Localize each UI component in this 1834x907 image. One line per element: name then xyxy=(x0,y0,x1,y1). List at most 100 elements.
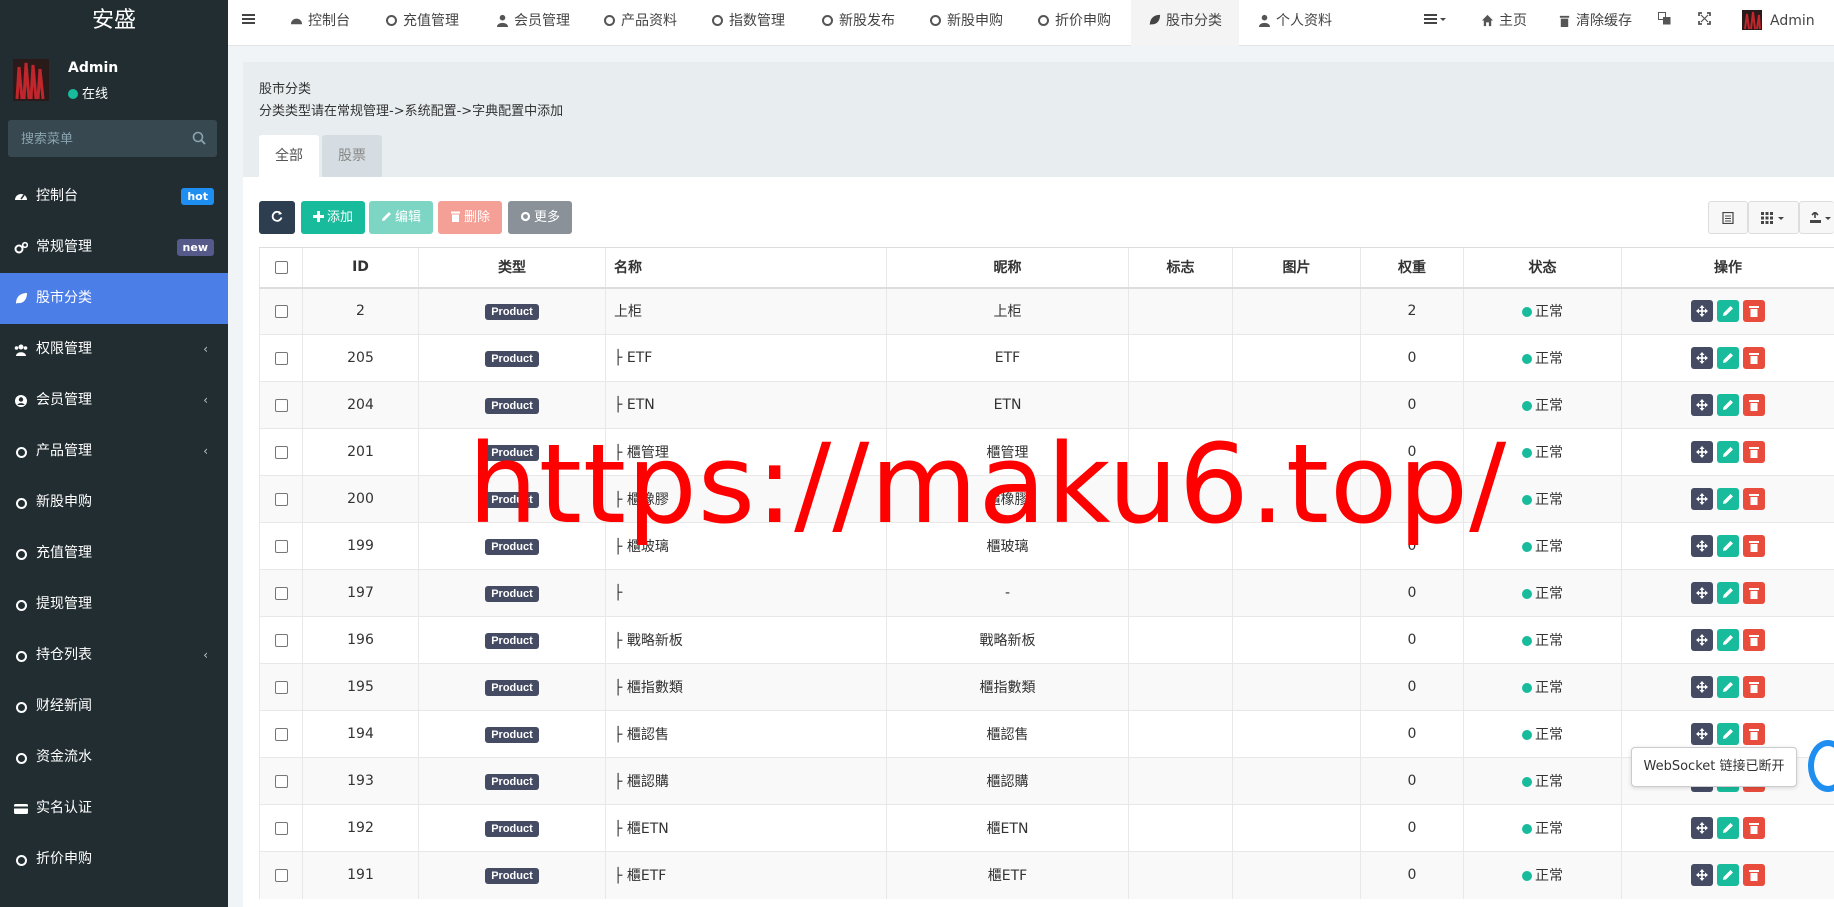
row-delete-button[interactable] xyxy=(1743,535,1765,557)
table-row[interactable]: 193 Product ├ 櫃認購 櫃認購 0 正常 xyxy=(259,757,1834,805)
row-edit-button[interactable] xyxy=(1717,817,1739,839)
tab-discount[interactable]: 折价申购 xyxy=(1038,0,1111,46)
row-checkbox[interactable] xyxy=(274,774,288,788)
header-name[interactable]: 名称 xyxy=(605,247,887,289)
drag-sort-button[interactable] xyxy=(1691,300,1713,323)
sidebar-item-fund-flow[interactable]: 资金流水 xyxy=(0,732,228,783)
row-delete-button[interactable] xyxy=(1743,817,1765,839)
row-edit-button[interactable] xyxy=(1717,394,1739,416)
sidebar-item-real-name[interactable]: 实名认证 xyxy=(0,783,228,834)
tab-ipo-subscribe[interactable]: 新股申购 xyxy=(930,0,1003,46)
drag-sort-button[interactable] xyxy=(1691,488,1713,510)
row-checkbox[interactable] xyxy=(274,633,288,647)
table-row[interactable]: 196 Product ├ 戰略新板 戰略新板 0 正常 xyxy=(259,616,1834,664)
status-text[interactable]: 正常 xyxy=(1535,492,1563,508)
row-checkbox[interactable] xyxy=(274,539,288,553)
header-nickname[interactable]: 昵称 xyxy=(886,247,1129,289)
header-id[interactable]: ID xyxy=(302,247,419,289)
status-text[interactable]: 正常 xyxy=(1535,398,1563,414)
header-status[interactable]: 状态 xyxy=(1463,247,1622,289)
tab-stock[interactable]: 股票 xyxy=(322,135,382,177)
drag-sort-button[interactable] xyxy=(1691,864,1713,887)
delete-button[interactable]: 删除 xyxy=(438,201,503,234)
row-edit-button[interactable] xyxy=(1717,676,1739,698)
row-checkbox[interactable] xyxy=(274,821,288,835)
tab-ipo-publish[interactable]: 新股发布 xyxy=(822,0,895,46)
select-all-checkbox[interactable] xyxy=(274,260,288,274)
drag-sort-button[interactable] xyxy=(1691,629,1713,651)
row-delete-button[interactable] xyxy=(1743,488,1765,510)
row-delete-button[interactable] xyxy=(1743,347,1765,369)
status-text[interactable]: 正常 xyxy=(1535,774,1563,790)
sidebar-item-members[interactable]: 会员管理 ‹ xyxy=(0,375,228,426)
sidebar-item-products[interactable]: 产品管理 ‹ xyxy=(0,426,228,477)
tab-product-info[interactable]: 产品资料 xyxy=(604,0,677,46)
status-text[interactable]: 正常 xyxy=(1535,821,1563,837)
toggle-view-button[interactable] xyxy=(1708,201,1748,234)
status-text[interactable]: 正常 xyxy=(1535,539,1563,555)
row-delete-button[interactable] xyxy=(1743,300,1765,323)
sidebar-item-permissions[interactable]: 权限管理 ‹ xyxy=(0,324,228,375)
sidebar-item-general[interactable]: 常规管理 new xyxy=(0,222,228,273)
sidebar-item-news[interactable]: 财经新闻 xyxy=(0,681,228,732)
app-logo[interactable]: 安盛 xyxy=(0,0,228,46)
row-edit-button[interactable] xyxy=(1717,441,1739,463)
row-checkbox[interactable] xyxy=(274,680,288,694)
table-row[interactable]: 2 Product 上柜 上柜 2 正常 xyxy=(259,287,1834,335)
sidebar-item-withdraw[interactable]: 提现管理 xyxy=(0,579,228,630)
admin-menu[interactable]: Admin xyxy=(1742,0,1815,46)
drag-sort-button[interactable] xyxy=(1691,676,1713,698)
row-edit-button[interactable] xyxy=(1717,300,1739,323)
row-delete-button[interactable] xyxy=(1743,582,1765,604)
home-link[interactable]: 主页 xyxy=(1481,0,1527,46)
sidebar-item-discount[interactable]: 折价申购 xyxy=(0,834,228,885)
more-button[interactable]: 更多 xyxy=(508,201,573,234)
sidebar-item-positions[interactable]: 持仓列表 ‹ xyxy=(0,630,228,681)
row-delete-button[interactable] xyxy=(1743,441,1765,463)
columns-dropdown[interactable] xyxy=(1748,201,1799,234)
tab-index-manage[interactable]: 指数管理 xyxy=(712,0,785,46)
tab-profile[interactable]: 个人资料 xyxy=(1258,0,1332,46)
status-text[interactable]: 正常 xyxy=(1535,351,1563,367)
row-checkbox[interactable] xyxy=(274,445,288,459)
row-checkbox[interactable] xyxy=(274,398,288,412)
row-delete-button[interactable] xyxy=(1743,676,1765,698)
sidebar-item-dashboard[interactable]: 控制台 hot xyxy=(0,171,228,222)
header-weight[interactable]: 权重 xyxy=(1360,247,1464,289)
more-tabs-button[interactable] xyxy=(1424,0,1446,46)
drag-sort-button[interactable] xyxy=(1691,347,1713,369)
row-edit-button[interactable] xyxy=(1717,488,1739,510)
status-text[interactable]: 正常 xyxy=(1535,680,1563,696)
refresh-button[interactable] xyxy=(259,201,295,234)
fullscreen-button[interactable] xyxy=(1698,0,1711,46)
row-delete-button[interactable] xyxy=(1743,864,1765,887)
export-dropdown[interactable] xyxy=(1799,201,1834,234)
table-row[interactable]: 200 Product ├ 櫃橡膠 櫃橡膠 0 正常 xyxy=(259,475,1834,523)
drag-sort-button[interactable] xyxy=(1691,582,1713,604)
tab-dashboard[interactable]: 控制台 xyxy=(290,0,350,46)
drag-sort-button[interactable] xyxy=(1691,723,1713,745)
drag-sort-button[interactable] xyxy=(1691,441,1713,463)
header-type[interactable]: 类型 xyxy=(418,247,606,289)
table-row[interactable]: 195 Product ├ 櫃指數類 櫃指數類 0 正常 xyxy=(259,663,1834,711)
status-text[interactable]: 正常 xyxy=(1535,445,1563,461)
drag-sort-button[interactable] xyxy=(1691,535,1713,557)
tab-all[interactable]: 全部 xyxy=(259,135,319,177)
row-delete-button[interactable] xyxy=(1743,394,1765,416)
row-edit-button[interactable] xyxy=(1717,535,1739,557)
table-row[interactable]: 205 Product ├ ETF ETF 0 正常 xyxy=(259,334,1834,382)
status-text[interactable]: 正常 xyxy=(1535,868,1563,884)
row-edit-button[interactable] xyxy=(1717,582,1739,604)
row-edit-button[interactable] xyxy=(1717,347,1739,369)
search-input[interactable] xyxy=(8,120,217,157)
sidebar-item-ipo-subscribe[interactable]: 新股申购 xyxy=(0,477,228,528)
row-checkbox[interactable] xyxy=(274,492,288,506)
row-checkbox[interactable] xyxy=(274,586,288,600)
sidebar-item-stock-category[interactable]: 股市分类 xyxy=(0,273,228,324)
row-checkbox[interactable] xyxy=(274,727,288,741)
edit-button[interactable]: 编辑 xyxy=(369,201,434,234)
row-checkbox[interactable] xyxy=(274,868,288,882)
sidebar-item-recharge[interactable]: 充值管理 xyxy=(0,528,228,579)
drag-sort-button[interactable] xyxy=(1691,817,1713,839)
drag-sort-button[interactable] xyxy=(1691,394,1713,416)
